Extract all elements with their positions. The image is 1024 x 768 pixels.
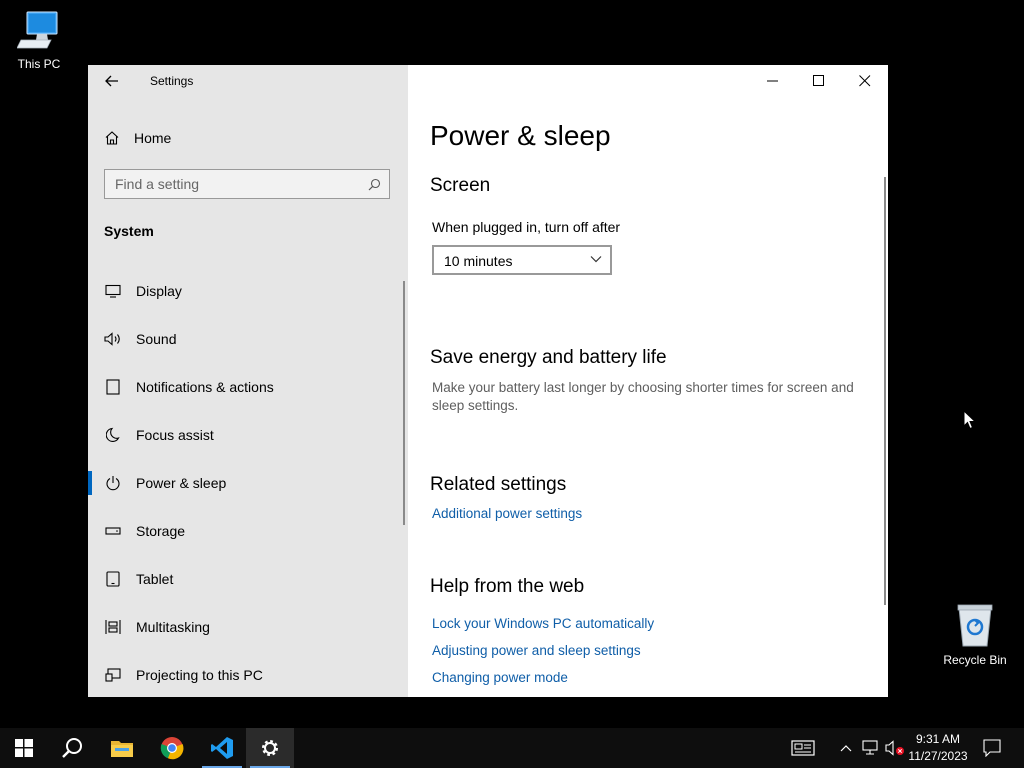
nav-home[interactable]: Home [104,127,171,149]
help-link-power-mode[interactable]: Changing power mode [432,670,568,685]
page-title: Power & sleep [430,120,611,151]
notification-center-icon [983,739,1001,757]
dropdown-value: 10 minutes [444,253,513,269]
notification-icon [104,378,122,396]
news-widget[interactable] [790,738,816,758]
sidebar-item-label: Tablet [136,571,174,587]
multitasking-icon [104,618,122,636]
sidebar-scrollbar[interactable] [403,281,405,525]
chevron-up-icon [840,745,852,752]
sidebar-item-display[interactable]: Display [88,267,404,315]
sidebar-item-label: Display [136,283,182,299]
display-icon [104,282,122,300]
nav-home-label: Home [134,130,172,146]
recycle-bin-icon [957,604,993,647]
help-link-lock-pc[interactable]: Lock your Windows PC automatically [432,616,654,631]
windows-logo-icon [15,739,33,757]
taskbar: 9:31 AM 11/27/2023 [0,728,1024,768]
sidebar-item-label: Focus assist [136,427,214,443]
title-bar: Settings [88,65,408,97]
section-label-system: System [104,223,154,239]
maximize-icon [813,75,824,86]
close-icon [859,75,871,87]
vscode-icon [211,737,233,759]
storage-icon [104,522,122,540]
minimize-button[interactable] [750,65,796,97]
taskbar-vscode[interactable] [198,728,246,768]
action-center-button[interactable] [980,738,1004,758]
sidebar-item-power-sleep[interactable]: Power & sleep [88,459,404,507]
back-arrow-icon [105,75,118,87]
this-pc-label: This PC [17,57,61,71]
sidebar-item-storage[interactable]: Storage [88,507,404,555]
minimize-icon [767,80,778,82]
sidebar-item-sound[interactable]: Sound [88,315,404,363]
network-icon [862,740,878,755]
settings-window: Settings Home System Display [88,65,888,697]
chrome-icon [160,737,184,760]
app-title: Settings [150,74,194,88]
sidebar-item-multitasking[interactable]: Multitasking [88,603,404,651]
mouse-cursor-icon [963,410,977,430]
network-tray-button[interactable] [860,738,882,758]
clock-date: 11/27/2023 [908,749,968,763]
sidebar-item-focus-assist[interactable]: Focus assist [88,411,404,459]
content-scrollbar[interactable] [884,177,886,605]
this-pc-desktop-icon[interactable]: This PC [4,10,74,71]
search-icon[interactable] [368,178,381,191]
search-icon [62,738,82,758]
nav-list: Display Sound Notifications & actions Fo… [88,267,404,697]
sidebar: Settings Home System Display [88,65,408,697]
clock-time: 9:31 AM [915,732,961,746]
taskbar-search-button[interactable] [48,728,96,768]
taskbar-chrome[interactable] [148,728,196,768]
taskbar-file-explorer[interactable] [98,728,146,768]
recycle-bin-desktop-icon[interactable]: Recycle Bin [940,602,1010,667]
search-input[interactable] [115,175,355,193]
sidebar-item-label: Multitasking [136,619,210,635]
chevron-down-icon [590,256,602,263]
related-settings-heading: Related settings [430,474,567,495]
sidebar-item-label: Sound [136,331,177,347]
speaker-icon [104,330,122,348]
sidebar-item-label: Storage [136,523,186,539]
start-button[interactable] [0,728,48,768]
news-icon [791,740,815,756]
show-hidden-icons-button[interactable] [838,738,854,758]
home-icon [105,131,119,145]
moon-icon [104,426,122,444]
sidebar-item-label: Notifications & actions [136,379,274,395]
plugged-in-label: When plugged in, turn off after [432,219,621,235]
help-link-adjust-power[interactable]: Adjusting power and sleep settings [432,643,641,658]
save-energy-text: Make your battery last longer by choosin… [432,380,854,413]
save-energy-heading: Save energy and battery life [430,347,667,368]
sidebar-item-projecting[interactable]: Projecting to this PC [88,651,404,697]
recycle-bin-label: Recycle Bin [943,653,1007,667]
folder-icon [111,741,133,757]
sidebar-item-label: Projecting to this PC [136,667,263,683]
screen-heading: Screen [430,175,491,196]
content-pane: Power & sleep Screen When plugged in, tu… [408,65,888,697]
screen-timeout-dropdown[interactable]: 10 minutes [432,245,612,275]
back-button[interactable] [100,71,124,91]
additional-power-settings-link[interactable]: Additional power settings [432,506,582,521]
search-box[interactable] [104,169,390,199]
power-icon [104,474,122,492]
sidebar-item-label: Power & sleep [136,475,227,491]
close-button[interactable] [842,65,888,97]
maximize-button[interactable] [796,65,842,97]
projector-icon [104,666,122,684]
taskbar-clock[interactable]: 9:31 AM 11/27/2023 [902,731,974,765]
tablet-icon [104,570,122,588]
gear-icon [262,740,278,756]
taskbar-settings[interactable] [246,728,294,768]
computer-icon [16,11,58,49]
sidebar-item-tablet[interactable]: Tablet [88,555,404,603]
help-web-heading: Help from the web [430,576,585,597]
sidebar-item-notifications[interactable]: Notifications & actions [88,363,404,411]
